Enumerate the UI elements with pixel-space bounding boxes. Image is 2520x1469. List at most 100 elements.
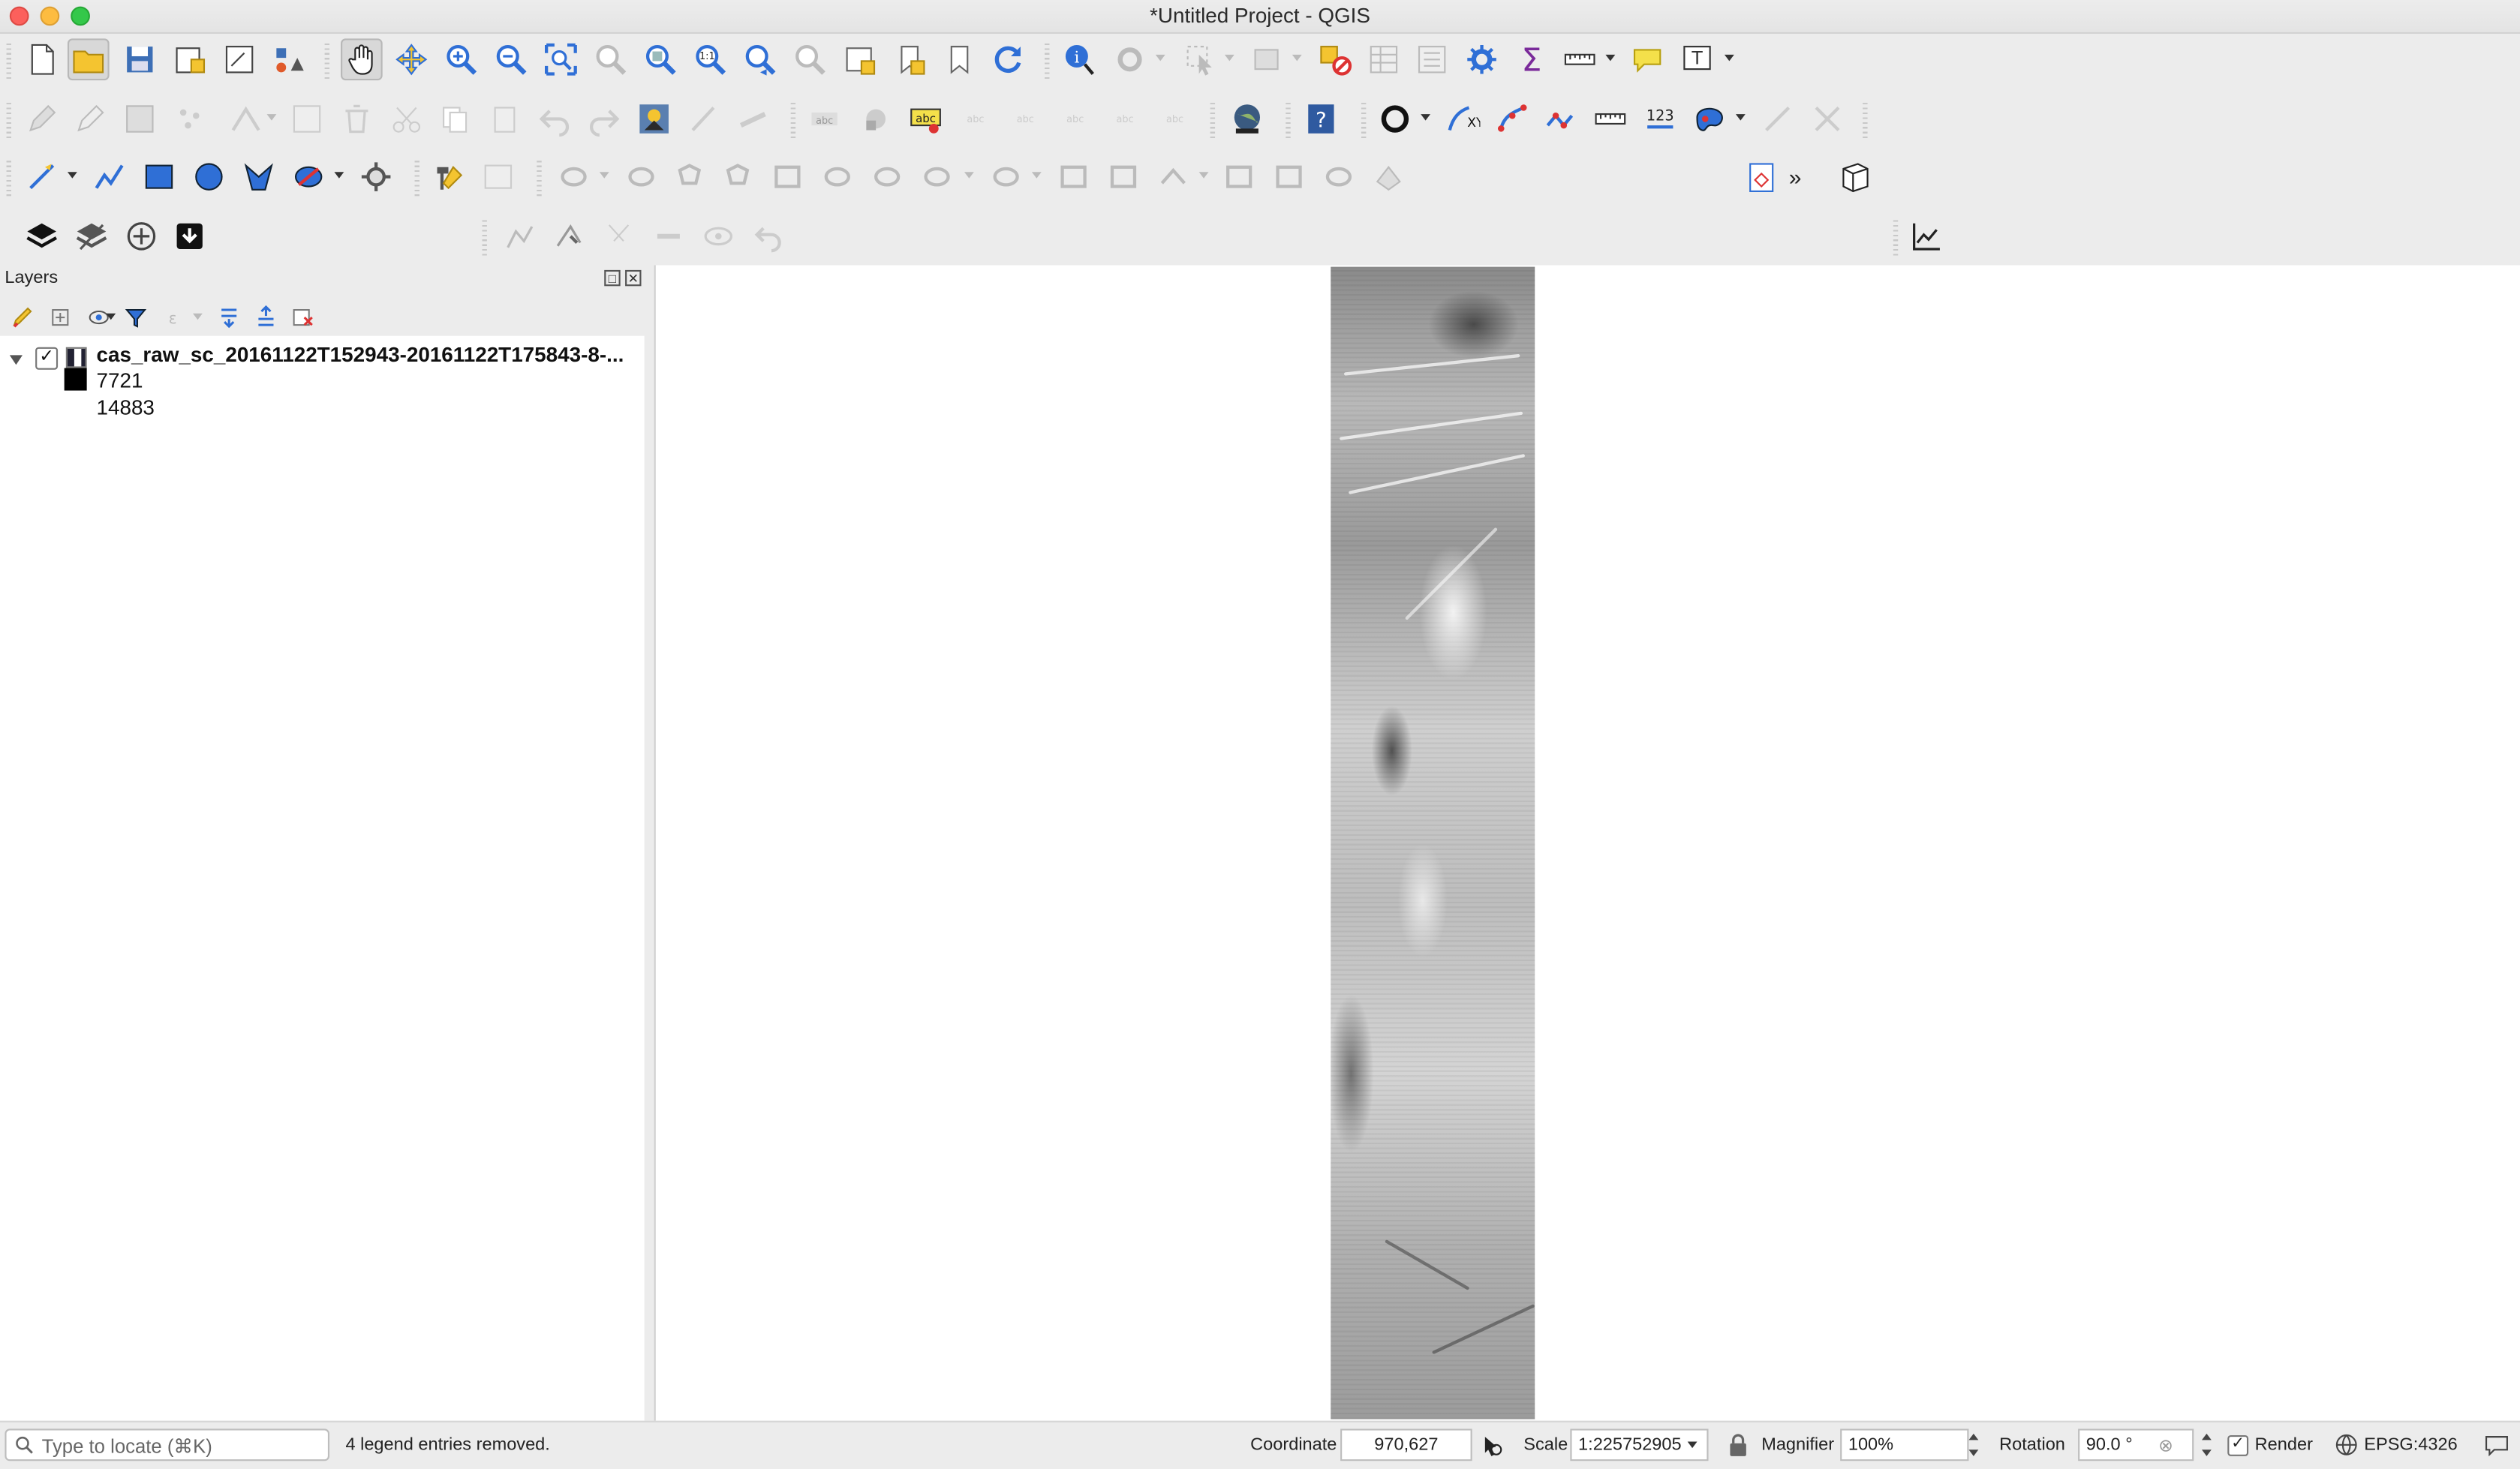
close-panel-button[interactable]: ✕: [625, 269, 642, 287]
topology-tool-button[interactable]: [1806, 98, 1848, 140]
map-tips-button[interactable]: [1626, 38, 1668, 80]
collapse-all-button[interactable]: [251, 302, 280, 332]
toolbar-handle[interactable]: [1893, 220, 1899, 256]
move-label-button[interactable]: abc: [1054, 98, 1096, 140]
deselect-all-button[interactable]: [1315, 38, 1357, 80]
locator-box[interactable]: [5, 1428, 332, 1461]
snapping-tool-button[interactable]: [1757, 98, 1799, 140]
delete-part-button[interactable]: [866, 156, 908, 198]
add-group-layers-button[interactable]: [45, 302, 74, 332]
toolbar-handle[interactable]: [6, 103, 11, 139]
toolbar-handle[interactable]: [6, 43, 11, 79]
preview-vertex-button[interactable]: [697, 215, 739, 257]
new-bookmark-button[interactable]: [889, 38, 931, 80]
vertex-editor-button[interactable]: [498, 215, 540, 257]
reverse-line-button[interactable]: [985, 156, 1027, 198]
zoom-full-button[interactable]: [540, 38, 582, 80]
select-features-dropdown[interactable]: [1224, 54, 1234, 62]
split-parts-button[interactable]: [1153, 156, 1195, 198]
cut-vertex-button[interactable]: [598, 215, 640, 257]
ring-dropdown[interactable]: [1421, 114, 1431, 121]
3d-map-view-button[interactable]: [1834, 156, 1876, 198]
crs-globe-icon[interactable]: [2335, 1434, 2358, 1456]
measure-line-button[interactable]: [1559, 38, 1601, 80]
highlight-pinned-labels-button[interactable]: abc: [905, 98, 947, 140]
field-calc-tools-button[interactable]: [428, 156, 470, 198]
diagram-button[interactable]: [855, 98, 897, 140]
zoom-native-resolution-button[interactable]: 1:1: [690, 38, 732, 80]
add-xy-point-button[interactable]: XY: [1442, 98, 1484, 140]
toggle-extents-mouse-icon[interactable]: [1478, 1432, 1504, 1458]
filter-by-expression-button[interactable]: ε: [158, 302, 187, 332]
zoom-last-button[interactable]: [739, 38, 781, 80]
vertex-tool-dropdown[interactable]: [266, 114, 277, 121]
copy-features-button[interactable]: [434, 98, 476, 140]
toolbar-handle[interactable]: [1045, 43, 1050, 79]
new-print-layout-button[interactable]: [169, 38, 211, 80]
remove-vertex-button[interactable]: [648, 215, 690, 257]
trim-extend-button[interactable]: [1053, 156, 1095, 198]
shape-digitizing-button[interactable]: [1689, 98, 1731, 140]
toolbar-handle[interactable]: [1286, 103, 1291, 139]
open-styling-panel-button[interactable]: [8, 302, 38, 332]
rotate-feature-button[interactable]: [621, 156, 663, 198]
reverse-line-dropdown[interactable]: [1031, 172, 1042, 179]
delete-ring-button[interactable]: [816, 156, 859, 198]
field-calculator-button[interactable]: [1411, 38, 1453, 80]
add-group-button[interactable]: [121, 215, 163, 257]
new-project-button[interactable]: [21, 38, 63, 80]
change-label-button[interactable]: abc: [1154, 98, 1196, 140]
toolbar-handle[interactable]: [790, 103, 796, 139]
add-part-button[interactable]: [717, 156, 759, 198]
toolbar-overflow-button[interactable]: »: [1778, 156, 1813, 198]
layout-manager-button[interactable]: [218, 38, 260, 80]
dissolve-button[interactable]: [1268, 156, 1310, 198]
clip-button[interactable]: [1318, 156, 1360, 198]
new-map-view-button[interactable]: [839, 38, 881, 80]
show-hide-labels-button[interactable]: abc: [1004, 98, 1046, 140]
measure-dropdown[interactable]: [1605, 54, 1616, 62]
remove-layer-group-button[interactable]: [287, 302, 317, 332]
select-features-button[interactable]: [1180, 38, 1222, 80]
fill-ring-button[interactable]: [767, 156, 809, 198]
merge-features-button[interactable]: [1102, 156, 1144, 198]
add-polyline-button[interactable]: [89, 156, 131, 198]
modify-attributes-button[interactable]: [286, 98, 328, 140]
undo-button[interactable]: [534, 98, 576, 140]
show-bookmarks-button[interactable]: [939, 38, 981, 80]
annotation-dropdown[interactable]: [1724, 54, 1734, 62]
identify-features-button[interactable]: i: [1059, 38, 1101, 80]
crs-label[interactable]: EPSG:4326: [2364, 1435, 2457, 1455]
circular-string-button[interactable]: [1491, 98, 1533, 140]
move-feature-dropdown[interactable]: [599, 172, 609, 179]
archive-button[interactable]: [169, 215, 211, 257]
save-layer-edits-button[interactable]: [119, 98, 161, 140]
current-edits-button[interactable]: [21, 98, 63, 140]
magnifier-field[interactable]: 100%: [1840, 1428, 1969, 1461]
feature-action-dropdown[interactable]: [1155, 54, 1165, 62]
map-themes-dropdown[interactable]: [106, 313, 116, 320]
toolbar-handle[interactable]: [1361, 103, 1367, 139]
reshape-features-button[interactable]: [733, 98, 775, 140]
text-annotation-button[interactable]: T: [1676, 38, 1719, 80]
georeferencer-button[interactable]: [633, 98, 675, 140]
undo-vertex-button[interactable]: [747, 215, 789, 257]
attribute-form-button[interactable]: [477, 156, 519, 198]
scale-dropdown-chevron-icon[interactable]: [1687, 1441, 1698, 1449]
toolbar-handle[interactable]: [482, 220, 487, 256]
digitize-settings-button[interactable]: [355, 156, 397, 198]
layer-labeling-button[interactable]: abc: [804, 98, 846, 140]
offset-curve-dropdown[interactable]: [964, 172, 974, 179]
clear-icon[interactable]: ⊗: [2158, 1435, 2173, 1456]
add-regular-polygon-button[interactable]: [238, 156, 280, 198]
digitize-line-dropdown[interactable]: [67, 172, 77, 179]
toolbar-handle[interactable]: [1863, 103, 1868, 139]
rotation-field[interactable]: 90.0 °: [2078, 1428, 2194, 1461]
pan-map-button[interactable]: [341, 38, 383, 81]
add-circle-button[interactable]: [188, 156, 230, 198]
remove-layer-button[interactable]: [71, 215, 113, 257]
lock-icon[interactable]: [1728, 1432, 1749, 1458]
float-panel-button[interactable]: □: [604, 269, 621, 287]
ellipse-dropdown[interactable]: [334, 172, 344, 179]
style-manager-button[interactable]: [269, 38, 311, 80]
